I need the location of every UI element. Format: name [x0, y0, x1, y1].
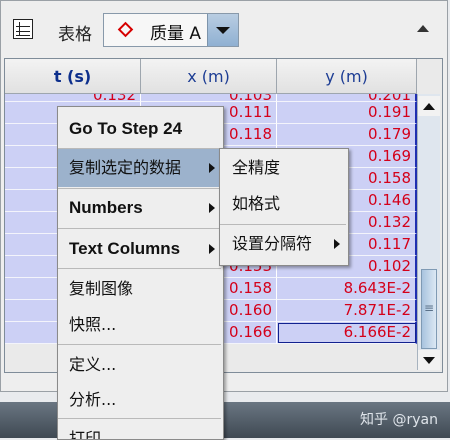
context-menu: Go To Step 24 复制选定的数据 Numbers Text Colum…: [57, 106, 224, 440]
table-cell[interactable]: 7.871E-2: [277, 300, 417, 322]
menu-item-numbers[interactable]: Numbers: [58, 189, 221, 227]
menu-item-analyze[interactable]: 分析...: [58, 381, 221, 419]
collapse-icon[interactable]: [417, 25, 429, 32]
menu-item-define[interactable]: 定义...: [58, 346, 221, 384]
scroll-up-icon[interactable]: [418, 96, 440, 116]
menu-item-snapshot[interactable]: 快照...: [58, 306, 221, 344]
vertical-scrollbar[interactable]: [417, 94, 440, 370]
scrollbar-thumb[interactable]: [421, 269, 437, 349]
menu-item-label: Numbers: [69, 198, 143, 217]
chevron-right-icon: [209, 163, 215, 173]
menu-item-label: 快照...: [69, 315, 117, 334]
column-header-x[interactable]: x (m): [141, 59, 277, 94]
menu-item-go-to-step[interactable]: Go To Step 24: [58, 110, 221, 148]
menu-item-label: Go To Step 24: [69, 119, 183, 138]
submenu-item-set-delimiter[interactable]: 设置分隔符: [220, 225, 346, 263]
chevron-down-icon[interactable]: [207, 14, 238, 46]
dataset-select[interactable]: 质量 A: [103, 13, 239, 47]
column-header-y[interactable]: y (m): [277, 59, 417, 94]
menu-divider: [58, 418, 221, 419]
submenu-item-as-formatted[interactable]: 如格式: [220, 185, 346, 223]
chevron-right-icon: [334, 239, 340, 249]
watermark: 知乎 @ryan: [360, 412, 438, 428]
menu-item-label: 打印...: [69, 429, 117, 440]
table-cell[interactable]: 0.201: [277, 94, 417, 102]
scroll-down-icon[interactable]: [418, 350, 440, 370]
dataset-select-value: 质量 A: [150, 24, 202, 44]
chevron-right-icon: [209, 244, 215, 254]
menu-item-print[interactable]: 打印...: [58, 420, 221, 440]
table-icon: [13, 19, 33, 39]
menu-item-label: 复制选定的数据: [69, 158, 182, 177]
copy-data-submenu: 全精度 如格式 设置分隔符: [219, 148, 349, 266]
menu-divider: [58, 344, 221, 345]
submenu-item-full-precision[interactable]: 全精度: [220, 149, 346, 187]
menu-item-copy-selected-data[interactable]: 复制选定的数据: [58, 149, 221, 187]
submenu-item-label: 如格式: [232, 194, 281, 213]
column-header-t[interactable]: t (s): [5, 59, 141, 94]
table-cell[interactable]: 8.643E-2: [277, 278, 417, 300]
table-cell[interactable]: 6.166E-2: [277, 322, 417, 344]
menu-item-copy-image[interactable]: 复制图像: [58, 270, 221, 308]
table-cell[interactable]: 0.179: [277, 124, 417, 146]
table-label: 表格: [58, 25, 92, 45]
table-row[interactable]: 0.132 0.103 0.201: [5, 94, 417, 102]
menu-divider: [58, 228, 221, 229]
menu-item-label: Text Columns: [69, 239, 181, 258]
menu-item-label: 分析...: [69, 390, 117, 409]
menu-item-text-columns[interactable]: Text Columns: [58, 230, 221, 268]
toolbar: 表格 质量 A: [1, 1, 447, 55]
table-cell[interactable]: 0.132: [5, 94, 141, 102]
menu-item-label: 复制图像: [69, 279, 134, 298]
submenu-item-label: 设置分隔符: [232, 234, 313, 253]
submenu-item-label: 全精度: [232, 158, 281, 177]
chevron-right-icon: [209, 203, 215, 213]
menu-divider: [58, 268, 221, 269]
menu-item-label: 定义...: [69, 355, 117, 374]
table-cell[interactable]: 0.103: [141, 94, 277, 102]
diamond-marker-icon: [117, 21, 134, 38]
table-header: t (s) x (m) y (m): [5, 59, 417, 94]
table-cell[interactable]: 0.191: [277, 102, 417, 124]
